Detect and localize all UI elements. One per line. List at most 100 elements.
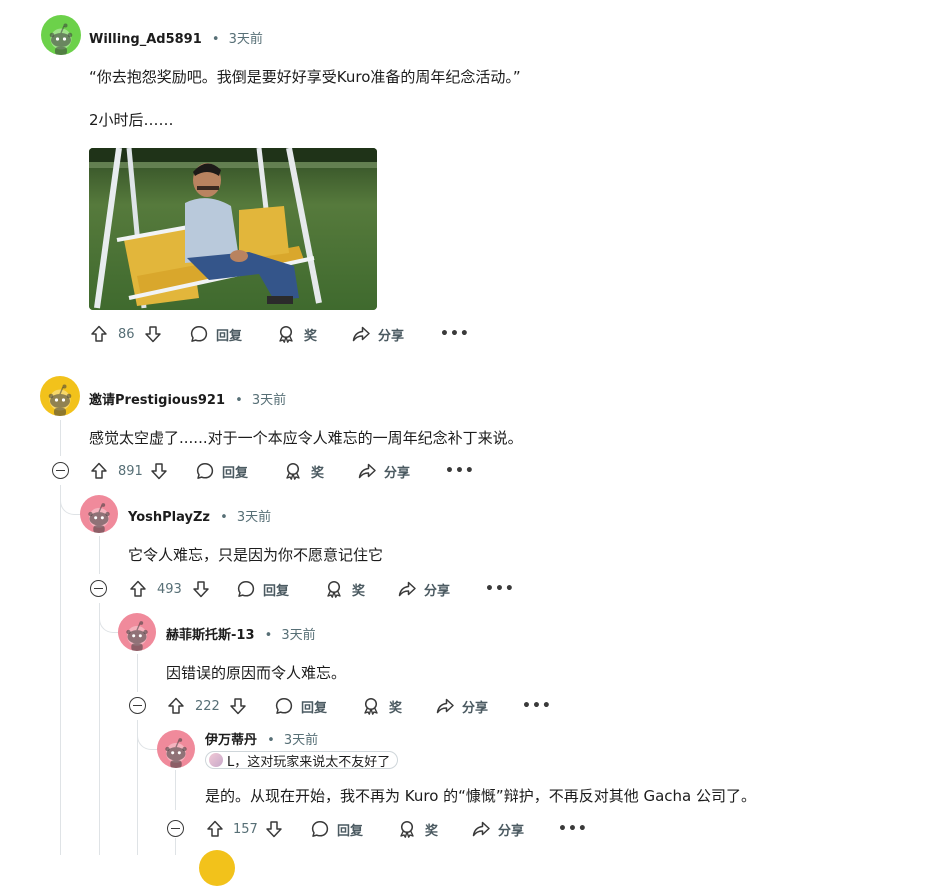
more-options-label: ••• bbox=[558, 821, 588, 837]
award-button[interactable]: 奖 bbox=[397, 817, 438, 841]
award-button[interactable]: 奖 bbox=[361, 694, 402, 718]
timestamp[interactable]: 3天前 bbox=[237, 510, 271, 525]
username[interactable]: 邀请Prestigious921 bbox=[89, 393, 225, 408]
username[interactable]: 伊万蒂丹 bbox=[205, 733, 257, 748]
reply-button[interactable]: 回复 bbox=[274, 694, 327, 718]
more-options-button[interactable]: ••• bbox=[485, 577, 515, 601]
award-icon bbox=[397, 819, 417, 839]
timestamp[interactable]: 3天前 bbox=[281, 628, 315, 643]
award-label: 奖 bbox=[425, 823, 439, 839]
share-button[interactable]: 分享 bbox=[471, 817, 524, 841]
share-button[interactable]: 分享 bbox=[357, 459, 410, 483]
upvote-button[interactable] bbox=[89, 322, 109, 346]
downvote-button[interactable] bbox=[149, 459, 169, 483]
comment-header: 伊万蒂丹 • 3天前 bbox=[205, 729, 318, 748]
snoo-icon bbox=[41, 15, 81, 55]
share-button[interactable]: 分享 bbox=[435, 694, 488, 718]
vote-count: 891 bbox=[118, 463, 143, 479]
more-options-label: ••• bbox=[440, 326, 470, 342]
upvote-icon bbox=[89, 461, 109, 481]
more-options-label: ••• bbox=[485, 581, 515, 597]
comment-body: 因错误的原因而令人难忘。 bbox=[166, 664, 347, 682]
upvote-icon bbox=[205, 819, 225, 839]
award-label: 奖 bbox=[352, 583, 366, 599]
award-icon bbox=[324, 579, 344, 599]
more-options-button[interactable]: ••• bbox=[558, 817, 588, 841]
timestamp[interactable]: 3天前 bbox=[252, 393, 286, 408]
share-label: 分享 bbox=[462, 700, 489, 716]
timestamp[interactable]: 3天前 bbox=[229, 32, 263, 47]
share-button[interactable]: 分享 bbox=[397, 577, 450, 601]
award-button[interactable]: 奖 bbox=[283, 459, 324, 483]
park-swing-illustration bbox=[89, 148, 377, 310]
comment-bubble-icon bbox=[195, 461, 215, 481]
avatar[interactable] bbox=[118, 613, 156, 651]
snoo-icon bbox=[80, 495, 118, 533]
share-label: 分享 bbox=[384, 465, 411, 481]
award-label: 奖 bbox=[311, 465, 325, 481]
reply-button[interactable]: 回复 bbox=[236, 577, 289, 601]
downvote-button[interactable] bbox=[228, 694, 248, 718]
username[interactable]: 赫菲斯托斯-13 bbox=[166, 628, 255, 643]
avatar[interactable] bbox=[157, 730, 195, 768]
share-button[interactable]: 分享 bbox=[351, 322, 404, 346]
award-label: 奖 bbox=[304, 328, 318, 344]
reply-label: 回复 bbox=[301, 700, 328, 716]
reply-button[interactable]: 回复 bbox=[310, 817, 363, 841]
share-icon bbox=[471, 819, 491, 839]
reply-label: 回复 bbox=[337, 823, 364, 839]
snoo-icon bbox=[157, 730, 195, 768]
meta-separator: • bbox=[220, 510, 228, 525]
thread-line-level-4 bbox=[175, 770, 176, 810]
comment-bubble-icon bbox=[236, 579, 256, 599]
upvote-button[interactable] bbox=[89, 459, 109, 483]
award-icon bbox=[283, 461, 303, 481]
reply-button[interactable]: 回复 bbox=[189, 322, 242, 346]
collapse-thread-button[interactable] bbox=[90, 580, 107, 597]
collapse-thread-button[interactable] bbox=[167, 820, 184, 837]
share-label: 分享 bbox=[378, 328, 405, 344]
collapse-thread-button[interactable] bbox=[129, 697, 146, 714]
avatar[interactable] bbox=[40, 376, 80, 416]
thread-connector bbox=[137, 720, 158, 750]
comment-body: 感觉太空虚了......对于一个本应令人难忘的一周年纪念补丁来说。 bbox=[89, 429, 523, 447]
share-icon bbox=[351, 324, 371, 344]
downvote-icon bbox=[143, 324, 163, 344]
award-button[interactable]: 奖 bbox=[324, 577, 365, 601]
thread-line-level-4 bbox=[175, 838, 176, 855]
reply-label: 回复 bbox=[216, 328, 243, 344]
downvote-icon bbox=[149, 461, 169, 481]
comment-bubble-icon bbox=[189, 324, 209, 344]
vote-count: 157 bbox=[233, 821, 258, 837]
upvote-button[interactable] bbox=[166, 694, 186, 718]
avatar[interactable] bbox=[199, 850, 235, 886]
comment-body-line-2: 2小时后…… bbox=[89, 111, 174, 129]
reply-button[interactable]: 回复 bbox=[195, 459, 248, 483]
award-icon bbox=[276, 324, 296, 344]
more-options-button[interactable]: ••• bbox=[440, 322, 470, 346]
downvote-icon bbox=[191, 579, 211, 599]
more-options-button[interactable]: ••• bbox=[445, 459, 475, 483]
timestamp[interactable]: 3天前 bbox=[284, 733, 318, 748]
avatar[interactable] bbox=[80, 495, 118, 533]
meme-image[interactable] bbox=[89, 148, 377, 310]
upvote-button[interactable] bbox=[128, 577, 148, 601]
username[interactable]: Willing_Ad5891 bbox=[89, 32, 202, 47]
comment-body: 它令人难忘，只是因为你不愿意记住它 bbox=[128, 546, 384, 564]
more-options-button[interactable]: ••• bbox=[522, 694, 552, 718]
flair-text: L，这对玩家来说太不友好了 bbox=[227, 754, 391, 770]
share-icon bbox=[397, 579, 417, 599]
meta-separator: • bbox=[211, 32, 220, 47]
snoo-icon bbox=[40, 376, 80, 416]
award-button[interactable]: 奖 bbox=[276, 322, 317, 346]
downvote-button[interactable] bbox=[264, 817, 284, 841]
thread-line-level-1 bbox=[60, 420, 61, 456]
downvote-button[interactable] bbox=[191, 577, 211, 601]
thread-connector bbox=[99, 603, 120, 633]
downvote-button[interactable] bbox=[143, 322, 163, 346]
avatar[interactable] bbox=[41, 15, 81, 55]
collapse-thread-button[interactable] bbox=[52, 462, 69, 479]
username[interactable]: YoshPlayZz bbox=[128, 510, 210, 525]
upvote-button[interactable] bbox=[205, 817, 225, 841]
thread-line-level-3 bbox=[137, 654, 138, 692]
